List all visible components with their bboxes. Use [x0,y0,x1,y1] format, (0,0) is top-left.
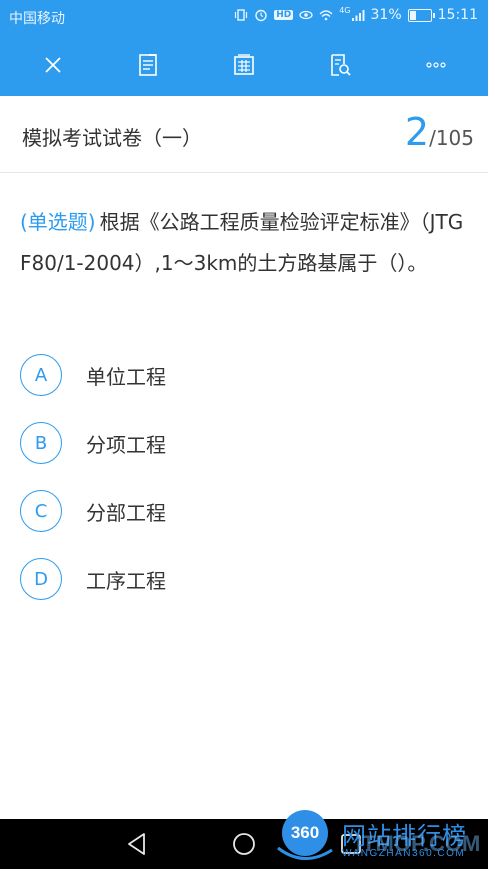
option-text: 工序工程 [86,568,166,593]
option-letter-badge: D [20,558,62,600]
more-icon [426,62,446,68]
status-icons: HD 4G 31% 15:11 [234,5,478,23]
option-d[interactable]: D 工序工程 [20,556,470,602]
close-icon [45,57,61,73]
option-letter-badge: C [20,490,62,532]
battery-icon [407,8,435,22]
search-doc-icon [331,54,351,76]
battery-percent: 31% [370,7,402,23]
top-toolbar [0,34,488,96]
home-button[interactable] [231,831,257,857]
search-doc-button[interactable] [325,50,355,80]
option-a[interactable]: A 单位工程 [20,352,470,398]
answer-sheet-button[interactable] [133,50,163,80]
answer-sheet-icon [139,54,157,76]
wifi-icon [319,10,333,21]
option-c[interactable]: C 分部工程 [20,488,470,534]
more-button[interactable] [421,50,451,80]
question-progress: 2 /105 [405,110,474,154]
question-type-label: (单选题) [20,210,96,234]
signal-icon [351,10,365,21]
alarm-icon [255,9,267,22]
close-button[interactable] [38,50,68,80]
option-letter-badge: A [20,354,62,396]
app-screen: 中国移动 HD 4G 31% 15:11 模拟考试试卷（一） 2 /105 (单… [0,0,488,869]
hd-badge: HD [274,10,294,20]
network-type: 4G [339,5,351,15]
question-card-icon [234,54,254,75]
total-questions: /105 [429,126,474,150]
status-bar: 中国移动 HD 4G 31% 15:11 [0,0,488,34]
option-b[interactable]: B 分项工程 [20,420,470,466]
clock: 15:11 [437,7,478,23]
watermark-logo: 360 网站排行榜 ITMOP.COM WANGZHAN360.COM [276,808,488,869]
exam-header: 模拟考试试卷（一） 2 /105 [0,96,488,173]
question-stem: (单选题) 根据《公路工程质量检验评定标准》（JTG F80/1-2004）,1～… [20,202,470,284]
option-text: 分部工程 [86,500,166,525]
option-text: 单位工程 [86,364,166,389]
carrier-name: 中国移动 [9,11,65,27]
watermark-subtitle: WANGZHAN360.COM [342,848,466,859]
eye-icon [299,10,313,20]
current-question-number: 2 [404,110,430,154]
back-triangle-icon [128,833,145,855]
option-text: 分项工程 [86,432,166,457]
option-letter-badge: B [20,422,62,464]
question-card-button[interactable] [229,50,259,80]
swoosh-icon [277,846,333,860]
vibrate-icon [235,9,248,21]
back-button[interactable] [124,831,150,857]
home-circle-icon [233,833,255,855]
exam-title: 模拟考试试卷（一） [22,126,202,150]
